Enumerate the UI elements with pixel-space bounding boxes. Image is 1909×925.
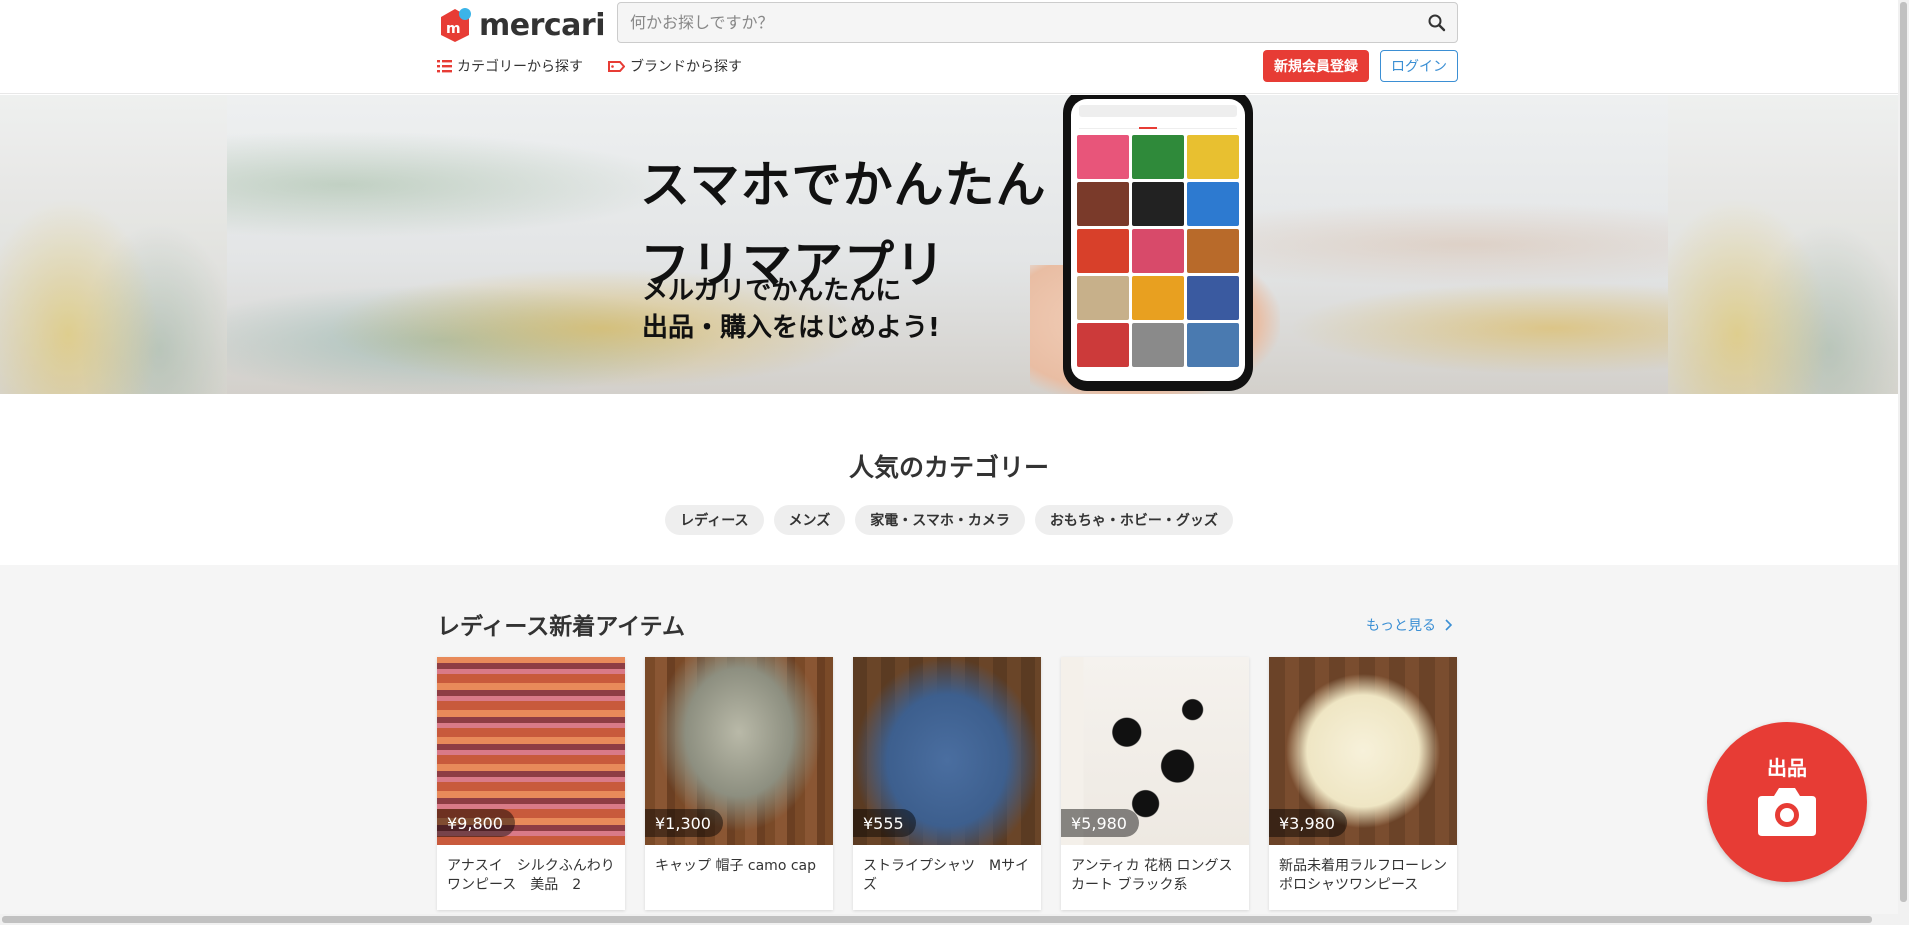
logo-text: mercari xyxy=(479,7,606,43)
hero-banner[interactable]: スマホでかんたん フリマアプリ メルカリでかんたんに 出品・購入をはじめよう! xyxy=(0,95,1898,394)
item-image: ¥555 xyxy=(853,657,1041,845)
nav-category[interactable]: カテゴリーから探す xyxy=(437,56,583,76)
chevron-right-icon xyxy=(1445,619,1452,631)
chip-electronics[interactable]: 家電・スマホ・カメラ xyxy=(855,505,1025,535)
new-items-section: レディース新着アイテム もっと見る ¥9,800 アナスイ シルクふんわりワンピ… xyxy=(0,565,1898,925)
hero-bg-right xyxy=(1668,95,1898,394)
search-icon xyxy=(1428,14,1446,32)
hero-subtitle: メルカリでかんたんに 出品・購入をはじめよう! xyxy=(642,276,940,343)
item-name: キャップ 帽子 camo cap xyxy=(655,858,816,874)
phone-search-bar xyxy=(1079,105,1237,117)
search-input[interactable] xyxy=(618,3,1457,42)
tag-icon xyxy=(608,60,625,72)
vertical-scrollbar[interactable] xyxy=(1898,0,1909,925)
signup-button[interactable]: 新規会員登録 xyxy=(1263,50,1369,82)
chip-toys[interactable]: おもちゃ・ホビー・グッズ xyxy=(1034,505,1233,535)
item-price: ¥9,800 xyxy=(437,809,515,837)
search-bar xyxy=(617,2,1458,43)
item-list: ¥9,800 アナスイ シルクふんわりワンピース 美品 2 ¥1,300 キャッ… xyxy=(437,657,1457,910)
item-name: アナスイ シルクふんわりワンピース 美品 2 xyxy=(447,858,615,893)
vertical-scrollbar-thumb[interactable] xyxy=(1900,2,1907,902)
new-items-title: レディース新着アイテム xyxy=(437,614,685,640)
phone-illustration xyxy=(1063,95,1253,391)
chip-ladies[interactable]: レディース xyxy=(665,505,764,535)
item-image: ¥5,980 xyxy=(1061,657,1249,845)
item-price: ¥555 xyxy=(853,809,916,837)
chip-mens[interactable]: メンズ xyxy=(773,505,846,535)
phone-tabs xyxy=(1079,119,1237,129)
see-more-label: もっと見る xyxy=(1366,618,1436,634)
item-image: ¥3,980 xyxy=(1269,657,1457,845)
item-name: 新品未着用ラルフローレン ポロシャツワンピース xyxy=(1279,858,1447,893)
mercari-logo[interactable]: m mercari xyxy=(437,5,606,45)
nav-brand[interactable]: ブランドから探す xyxy=(608,56,742,76)
item-name: アンティカ 花柄 ロングスカート ブラック系 xyxy=(1071,858,1233,893)
horizontal-scrollbar-thumb[interactable] xyxy=(2,916,1872,923)
hero-bg-left xyxy=(0,95,227,394)
search-button[interactable] xyxy=(1425,11,1449,35)
horizontal-scrollbar[interactable] xyxy=(0,914,1898,925)
item-card[interactable]: ¥9,800 アナスイ シルクふんわりワンピース 美品 2 xyxy=(437,657,625,910)
mercari-logo-icon: m xyxy=(437,7,473,43)
svg-text:m: m xyxy=(446,21,461,37)
see-more-link[interactable]: もっと見る xyxy=(1366,615,1452,635)
item-card[interactable]: ¥5,980 アンティカ 花柄 ロングスカート ブラック系 xyxy=(1061,657,1249,910)
item-price: ¥5,980 xyxy=(1061,809,1139,837)
popular-categories-title: 人気のカテゴリー xyxy=(848,453,1049,482)
phone-item-grid xyxy=(1071,131,1245,371)
sell-button-label: 出品 xyxy=(1767,756,1807,780)
nav-category-label: カテゴリーから探す xyxy=(457,59,583,75)
sell-button[interactable]: 出品 xyxy=(1707,722,1867,882)
item-card[interactable]: ¥1,300 キャップ 帽子 camo cap xyxy=(645,657,833,910)
login-button[interactable]: ログイン xyxy=(1380,50,1458,82)
site-header: m mercari カテゴリーから探す ブランドから探す 新規会員登録 ログイン xyxy=(0,0,1898,94)
phone-screen xyxy=(1071,99,1245,381)
item-price: ¥3,980 xyxy=(1269,809,1347,837)
item-card[interactable]: ¥555 ストライプシャツ Mサイズ xyxy=(853,657,1041,910)
list-icon xyxy=(437,60,452,73)
nav-brand-label: ブランドから探す xyxy=(630,59,742,75)
item-image: ¥9,800 xyxy=(437,657,625,845)
item-price: ¥1,300 xyxy=(645,809,723,837)
category-chips: レディース メンズ 家電・スマホ・カメラ おもちゃ・ホビー・グッズ xyxy=(0,505,1898,535)
camera-icon xyxy=(1758,788,1816,836)
item-card[interactable]: ¥3,980 新品未着用ラルフローレン ポロシャツワンピース xyxy=(1269,657,1457,910)
item-name: ストライプシャツ Mサイズ xyxy=(863,858,1030,893)
item-image: ¥1,300 xyxy=(645,657,833,845)
